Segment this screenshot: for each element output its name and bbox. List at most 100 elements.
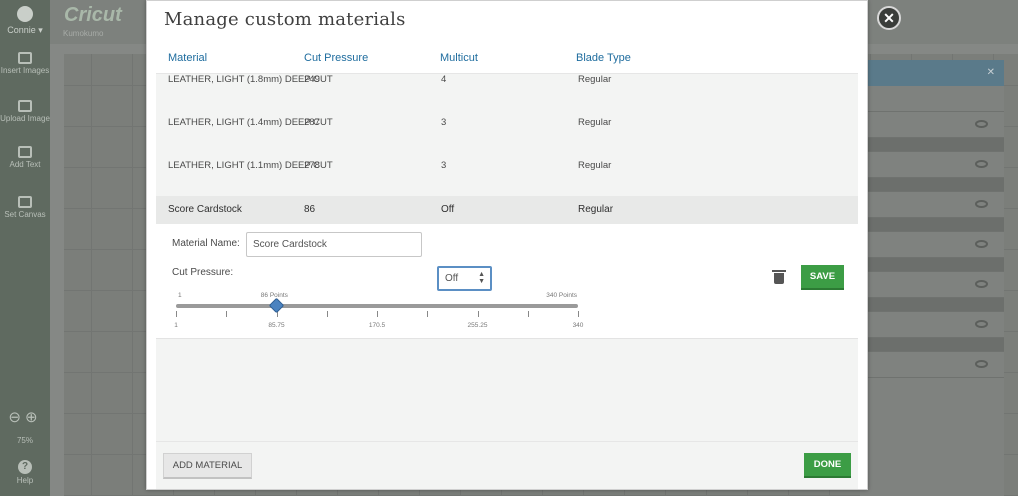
user-icon [17,6,33,22]
eye-icon[interactable] [975,360,988,368]
tool-label: Add Text [9,160,41,169]
brand-logo: Cricut [64,4,122,26]
layer-row[interactable] [860,192,1004,218]
updown-arrows-icon: ▲ ▼ [478,271,485,285]
multicut-select-value: Off [445,273,459,284]
manage-materials-modal: Manage custom materials Material Cut Pre… [146,0,868,490]
materials-list: LEATHER, LIGHT (1.8mm) DEEP CUT 249 4 Re… [156,74,858,441]
table-row[interactable]: LEATHER, LIGHT (1.8mm) DEEP CUT 249 4 Re… [156,72,858,115]
material-name-label: Material Name: [172,238,240,249]
zoom-level: 75% [16,436,33,445]
slider-max-label: 340 Points [546,292,577,299]
user-menu[interactable]: Connie ▾ [0,4,50,36]
help-button[interactable]: ? Help [0,460,50,485]
layer-group [860,338,1004,352]
layer-group [860,178,1004,192]
slider-tick [226,311,228,317]
table-row[interactable]: LEATHER, LIGHT (1.4mm) DEEP CUT 287 3 Re… [156,115,858,158]
tool-label: Set Canvas [4,210,46,219]
slider-tick-label: 1 [174,322,178,329]
tool-label: Upload Image [0,114,50,123]
table-header: Material Cut Pressure Multicut Blade Typ… [156,39,858,74]
blade-type-value: Regular [578,117,612,128]
slider-tick [427,311,429,317]
user-name: Connie [7,25,36,35]
slider-tick [477,311,479,317]
multicut-select[interactable]: Off ▲ ▼ [437,266,492,291]
multicut-value: Off [441,204,455,215]
material-editor: Material Name: Cut Pressure: Off ▲▼ 1 86… [156,224,858,339]
left-toolbar: Connie ▾ Insert Images Upload Image Add … [0,0,50,496]
trash-icon[interactable] [772,270,786,284]
table-row-selected[interactable]: Score Cardstock 86 Off Regular [156,196,858,224]
layer-group [860,218,1004,232]
multicut-value: 3 [441,117,447,128]
slider-track[interactable] [176,304,578,308]
slider-tick-label: 85.75 [268,322,285,329]
eye-icon[interactable] [975,280,988,288]
cut-pressure-value: 86 [304,204,316,215]
column-cut-pressure[interactable]: Cut Pressure [304,52,368,64]
cut-pressure-value: 249 [304,74,320,85]
cut-pressure-label: Cut Pressure: [172,267,234,278]
layer-row[interactable] [860,272,1004,298]
zoom-out-icon[interactable]: ⊖ [8,409,25,426]
layer-row[interactable] [860,112,1004,138]
insert-images-tool[interactable]: Insert Images [0,52,50,75]
zoom-in-icon[interactable]: ⊕ [25,409,42,426]
save-button[interactable]: SAVE [801,265,844,290]
upload-image-tool[interactable]: Upload Image [0,100,50,123]
eye-icon[interactable] [975,160,988,168]
column-material[interactable]: Material [168,52,207,64]
zoom-controls[interactable]: ⊖⊕ [2,408,48,426]
layer-group [860,258,1004,272]
blade-type-value: Regular [578,160,612,171]
slider-tick-label: 170.5 [368,322,386,329]
tool-label: Insert Images [0,66,50,75]
layer-row[interactable] [860,152,1004,178]
slider-tick [326,311,328,317]
cut-pressure-value: 287 [304,117,320,128]
modal-title: Manage custom materials [164,9,406,30]
eye-icon[interactable] [975,240,988,248]
cut-pressure-value: 278 [304,160,320,171]
slider-tick [176,311,177,317]
eye-icon[interactable] [975,120,988,128]
help-icon: ? [18,460,32,474]
help-label: Help [16,476,34,485]
done-button[interactable]: DONE [804,453,851,478]
multicut-value: 3 [441,160,447,171]
shirt-icon [18,196,32,208]
slider-tick [527,311,529,317]
material-name-input[interactable] [246,232,422,257]
slider-tick [578,311,579,317]
upload-icon [18,100,32,112]
close-icon[interactable]: ✕ [987,67,995,78]
table-row[interactable]: LEATHER, LIGHT (1.1mm) DEEP CUT 278 3 Re… [156,158,858,196]
close-modal-button[interactable]: ✕ [877,6,901,30]
layer-row[interactable] [860,352,1004,378]
multicut-value: 4 [441,74,447,85]
blade-type-value: Regular [578,204,614,215]
layer-row[interactable] [860,312,1004,338]
layer-row[interactable] [860,232,1004,258]
text-icon [18,146,32,158]
slider-tick [377,311,378,317]
slider-ticks [176,311,579,317]
add-text-tool[interactable]: Add Text [0,146,50,169]
cut-pressure-slider[interactable]: 1 86 Points 340 Points 1 85.75 170.5 255… [174,292,584,334]
ruler-vertical [50,54,64,496]
slider-min-label: 1 [178,292,182,299]
modal-footer: ADD MATERIAL DONE [156,441,858,489]
eye-icon[interactable] [975,200,988,208]
add-material-button[interactable]: ADD MATERIAL [163,453,252,479]
slider-tick-label: 340 [572,322,584,329]
set-canvas-tool[interactable]: Set Canvas [0,196,50,219]
layers-header: ✕ [860,60,1004,86]
column-multicut[interactable]: Multicut [440,52,478,64]
project-name: Kumokumo [63,29,104,38]
eye-icon[interactable] [975,320,988,328]
column-blade-type[interactable]: Blade Type [576,52,631,64]
layer-group [860,138,1004,152]
layer-row[interactable] [860,86,1004,112]
